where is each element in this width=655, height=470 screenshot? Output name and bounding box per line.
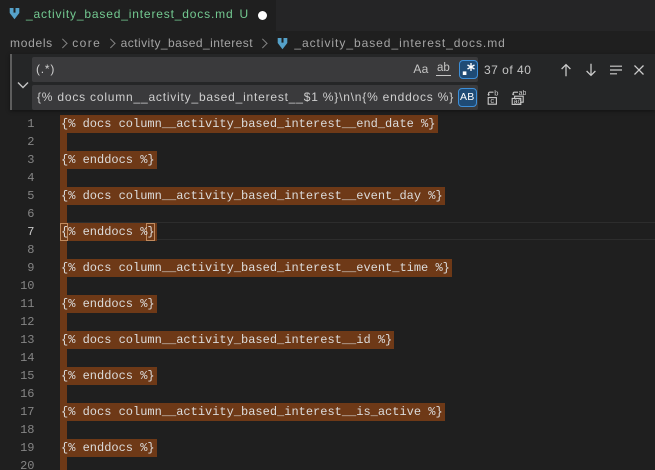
svg-text:ac: ac [514, 99, 522, 105]
svg-text:c: c [490, 96, 494, 105]
svg-text:b: b [494, 90, 498, 98]
